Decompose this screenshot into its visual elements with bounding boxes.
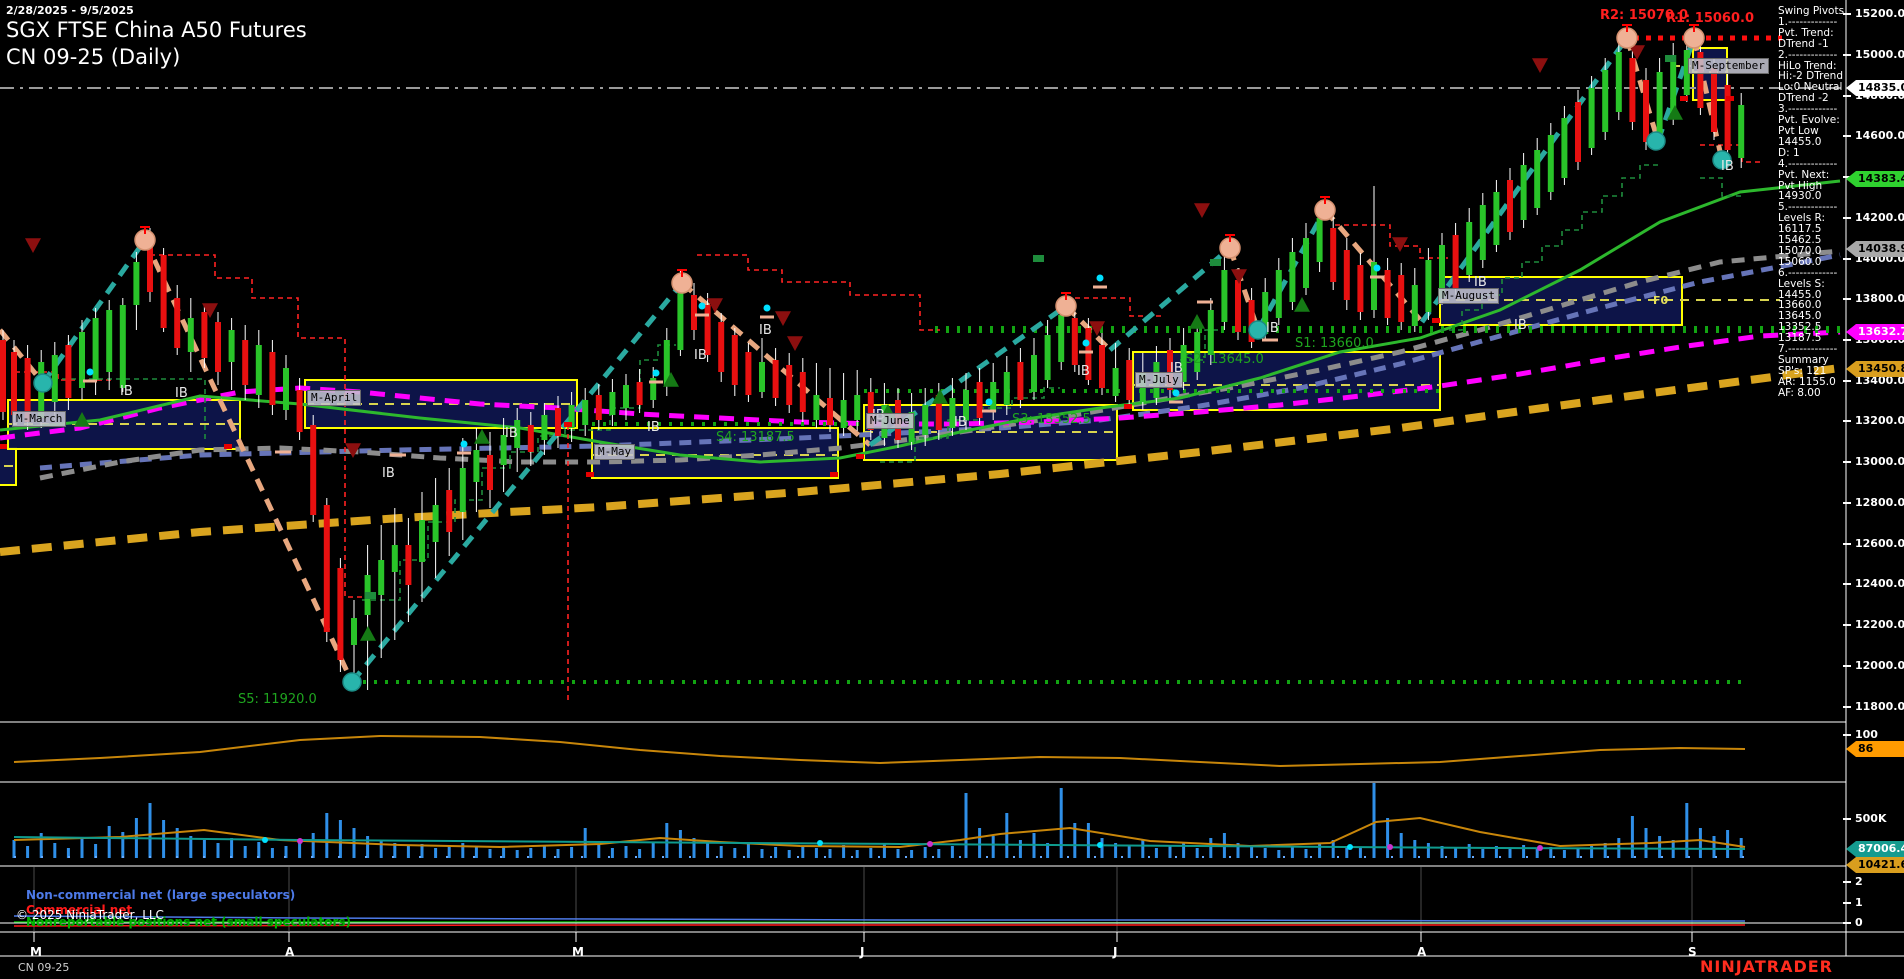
price-axis-label[interactable]: 13000.0 [1855, 455, 1904, 468]
vol-axis-badge: 87006.42 [1846, 841, 1904, 857]
month-chip-label: M-April [307, 390, 361, 406]
price-axis-label[interactable]: 13200.0 [1855, 414, 1904, 427]
cot-axis-label: 1 [1855, 896, 1863, 909]
support-label: S1: 13660.0 [1295, 336, 1374, 351]
inside-bar-label: IB [694, 348, 707, 363]
inside-bar-label: IB [1514, 318, 1527, 333]
month-chip-label: M-July [1135, 372, 1183, 388]
month-chip-label: M-May [594, 444, 635, 460]
inside-bar-label: IB [647, 420, 660, 435]
ninjatrader-logo: NINJATRADER [1700, 957, 1833, 976]
osc-axis-badge: 86 [1846, 741, 1904, 757]
copyright: © 2025 NinjaTrader, LLC [16, 908, 164, 922]
osc-axis-label: 100 [1855, 728, 1878, 741]
inside-bar-label: IB [1266, 321, 1279, 336]
x-axis-month-label[interactable]: J [860, 945, 864, 959]
x-axis-month-label[interactable]: M [572, 945, 584, 959]
price-axis-label[interactable]: 15000.0 [1855, 48, 1904, 61]
x-axis-month-label[interactable]: S [1688, 945, 1697, 959]
price-axis-label[interactable]: 13800.0 [1855, 292, 1904, 305]
f0-label: F0 [1653, 294, 1668, 307]
support-label: S4: 13187.5 [716, 430, 795, 445]
price-axis-badge: 14038.9 [1846, 241, 1904, 257]
price-axis-badge: 13632.7 [1846, 324, 1904, 340]
contract-label: CN 09-25 [18, 961, 69, 974]
support-label: S2: 13645.0 [1185, 352, 1264, 367]
cot-axis-label: 0 [1855, 916, 1863, 929]
price-axis-badge: 13450.8 [1846, 361, 1904, 377]
month-chip-label: M-June [866, 413, 914, 429]
inside-bar-label: IB [759, 323, 772, 338]
price-axis-label[interactable]: 12600.0 [1855, 537, 1904, 550]
month-chip-label: M-August [1438, 288, 1499, 304]
month-chip-label: M-September [1688, 58, 1769, 74]
price-axis-label[interactable]: 12400.0 [1855, 577, 1904, 590]
support-label: S3: 13352.5 [1012, 412, 1091, 427]
inside-bar-label: IB [505, 426, 518, 441]
inside-bar-label: IB [1077, 364, 1090, 379]
ninjatrader-chart-window[interactable]: 2/28/2025 - 9/5/2025 SGX FTSE China A50 … [0, 0, 1904, 979]
price-axis-label[interactable]: 11800.0 [1855, 700, 1904, 713]
month-chip-label: M-March [12, 411, 66, 427]
price-axis-label[interactable]: 14600.0 [1855, 129, 1904, 142]
x-axis-month-label[interactable]: J [1113, 945, 1117, 959]
inside-bar-label: IB [954, 415, 967, 430]
inside-bar-label: IB [175, 386, 188, 401]
cot-axis-label: 2 [1855, 875, 1863, 888]
support-label: S5: 11920.0 [238, 692, 317, 707]
price-axis-label[interactable]: 14200.0 [1855, 211, 1904, 224]
inside-bar-label: IB [120, 384, 133, 399]
price-axis-badge: 14383.4 [1846, 171, 1904, 187]
x-axis-month-label[interactable]: A [1417, 945, 1426, 959]
price-axis-label[interactable]: 12200.0 [1855, 618, 1904, 631]
x-axis-month-label[interactable]: M [30, 945, 42, 959]
inside-bar-label: IB [1721, 159, 1734, 174]
price-axis-label[interactable]: 15200.0 [1855, 7, 1904, 20]
cot-legend-item: Non-commercial net (large speculators) [26, 888, 295, 902]
resistance-label: R1: 15060.0 [1666, 11, 1754, 26]
vol-axis-label: 500K [1855, 812, 1887, 825]
price-axis-label[interactable]: 12000.0 [1855, 659, 1904, 672]
price-axis-label[interactable]: 12800.0 [1855, 496, 1904, 509]
vol-axis-badge-secondary: 10421.63 [1846, 857, 1904, 873]
x-axis-month-label[interactable]: A [285, 945, 294, 959]
price-axis-badge: 14835.0 [1846, 80, 1904, 96]
inside-bar-label: IB [382, 466, 395, 481]
